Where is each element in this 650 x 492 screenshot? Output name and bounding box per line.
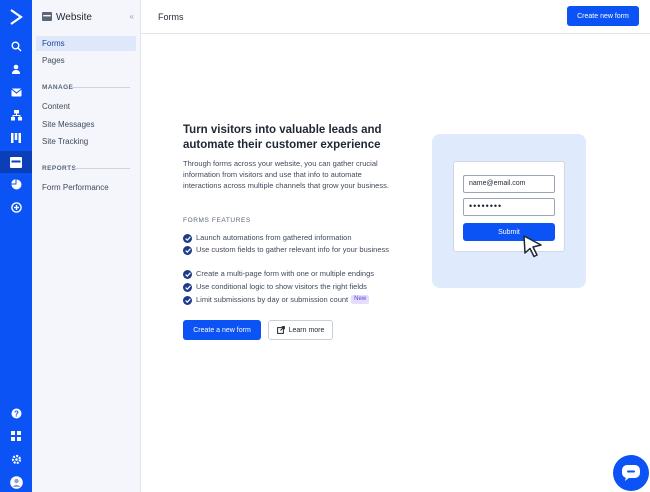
- sidebar-item-content[interactable]: Content: [36, 99, 136, 114]
- account-icon[interactable]: [0, 472, 32, 492]
- section-divider: [72, 87, 130, 88]
- website-section-icon: [42, 8, 52, 26]
- contacts-icon[interactable]: [0, 59, 32, 79]
- sidebar-title: Website: [56, 11, 92, 23]
- create-a-new-form-button[interactable]: Create a new form: [183, 320, 261, 340]
- learn-more-button[interactable]: Learn more: [268, 320, 333, 340]
- search-icon[interactable]: [0, 36, 32, 56]
- settings-icon[interactable]: [0, 449, 32, 469]
- campaigns-icon[interactable]: [0, 82, 32, 102]
- sidebar-item-forms[interactable]: Forms: [36, 36, 136, 51]
- feature-item: Use custom fields to gather relevant inf…: [183, 245, 403, 256]
- feature-item: Limit submissions by day or submission c…: [183, 295, 403, 306]
- cursor-icon: [523, 235, 542, 258]
- feature-text: Limit submissions by day or submission c…: [196, 295, 349, 304]
- sidebar-section-manage: MANAGE: [42, 84, 74, 91]
- feature-item: Launch automations from gathered informa…: [183, 233, 403, 244]
- reports-icon[interactable]: [0, 174, 32, 194]
- forms-empty-state: Turn visitors into valuable leads and au…: [141, 35, 650, 492]
- section-divider: [74, 168, 130, 169]
- empty-state-heading: Turn visitors into valuable leads and au…: [183, 124, 382, 151]
- logo-icon[interactable]: [0, 6, 32, 28]
- sidebar-item-pages[interactable]: Pages: [36, 53, 136, 68]
- check-icon: [183, 245, 192, 255]
- feature-text: Launch automations from gathered informa…: [196, 233, 352, 242]
- conversations-icon[interactable]: [0, 197, 32, 217]
- features-label: FORMS FEATURES: [183, 217, 251, 224]
- external-link-icon: [276, 326, 285, 334]
- chat-icon: [622, 465, 640, 481]
- help-icon[interactable]: ?: [0, 403, 32, 423]
- website-sidebar: Website « Forms Pages MANAGE Content Sit…: [32, 0, 141, 492]
- apps-icon[interactable]: [0, 426, 32, 446]
- feature-item: Create a multi-page form with one or mul…: [183, 269, 403, 280]
- chat-launcher-button[interactable]: [613, 455, 649, 491]
- feature-text: Use custom fields to gather relevant inf…: [196, 245, 390, 254]
- page-header: Forms Create new form: [141, 0, 650, 34]
- global-nav-rail: ?: [0, 0, 32, 492]
- sidebar-item-form-performance[interactable]: Form Performance: [36, 180, 136, 195]
- sample-form-card: name@email.com •••••••• Submit: [453, 161, 565, 252]
- form-illustration: name@email.com •••••••• Submit: [432, 134, 586, 288]
- new-badge: New: [351, 295, 370, 304]
- website-icon[interactable]: [0, 151, 32, 173]
- check-icon: [183, 269, 192, 279]
- deals-icon[interactable]: [0, 128, 32, 148]
- svg-text:?: ?: [14, 409, 19, 418]
- sidebar-section-reports: REPORTS: [42, 165, 77, 172]
- feature-text: Use conditional logic to show visitors t…: [196, 282, 367, 291]
- sidebar-item-site-messages[interactable]: Site Messages: [36, 117, 136, 132]
- learn-more-label: Learn more: [288, 326, 325, 334]
- check-icon: [183, 233, 192, 243]
- sidebar-header: Website «: [42, 10, 134, 24]
- automations-icon[interactable]: [0, 105, 32, 125]
- collapse-sidebar-icon[interactable]: «: [130, 12, 134, 21]
- page-title: Forms: [158, 12, 184, 22]
- sidebar-item-site-tracking[interactable]: Site Tracking: [36, 134, 136, 149]
- feature-text: Create a multi-page form with one or mul…: [196, 269, 375, 278]
- check-icon: [183, 295, 192, 305]
- sample-email-field: name@email.com: [463, 175, 555, 193]
- empty-state-description: Through forms across your website, you c…: [183, 159, 389, 190]
- feature-item: Use conditional logic to show visitors t…: [183, 282, 403, 293]
- sample-password-field: ••••••••: [463, 198, 555, 216]
- check-icon: [183, 282, 192, 292]
- create-new-form-button[interactable]: Create new form: [567, 6, 639, 26]
